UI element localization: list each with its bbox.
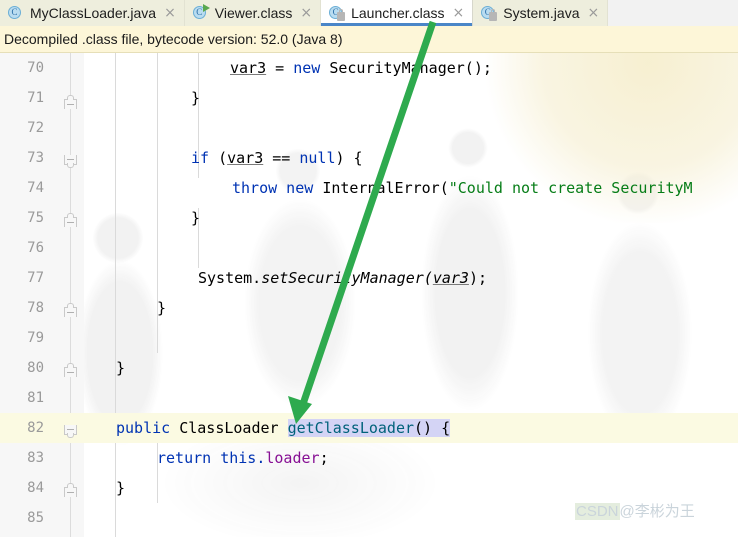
code-text: return this.loader;	[157, 443, 329, 473]
code-type-classloader: ClassLoader	[179, 419, 288, 437]
line-number: 81	[27, 390, 44, 406]
code-row[interactable]: 78 }	[0, 293, 738, 323]
fold-marker-73[interactable]	[63, 153, 78, 168]
code-text: public ClassLoader getClassLoader() {	[116, 413, 451, 443]
line-number: 84	[27, 480, 44, 496]
class-run-icon: C	[192, 4, 210, 21]
code-text: }	[191, 209, 201, 227]
line-number: 79	[27, 330, 44, 346]
close-icon[interactable]: ×	[164, 6, 176, 20]
code-method-getclassloader[interactable]: getClassLoader	[287, 419, 415, 437]
code-modifier: public	[116, 419, 180, 437]
tab-myclassloader-java[interactable]: C MyClassLoader.java ×	[0, 0, 185, 26]
line-number: 85	[27, 510, 44, 526]
code-row[interactable]: 86 public static URLClassPath getBootstr…	[0, 533, 738, 537]
close-icon[interactable]: ×	[453, 6, 465, 20]
fold-marker-78[interactable]	[63, 303, 78, 318]
code-row[interactable]: 79	[0, 323, 738, 353]
code-row[interactable]: 76	[0, 233, 738, 263]
decompiled-notice-bar: Decompiled .class file, bytecode version…	[0, 26, 738, 53]
line-number: 77	[27, 270, 44, 286]
code-row-caret[interactable]: 82 public ClassLoader getClassLoader() {	[0, 413, 738, 443]
code-row[interactable]: 80 }	[0, 353, 738, 383]
code-method-call: setSecurityManager(	[261, 269, 433, 287]
line-number: 76	[27, 240, 44, 256]
fold-marker-82[interactable]	[63, 423, 78, 438]
code-string: "Could not create SecurityM	[448, 179, 693, 197]
code-text: }	[157, 299, 167, 317]
code-text: throw new InternalError("Could not creat…	[232, 173, 693, 203]
code-row[interactable]: 77 System.setSecurityManager(var3);	[0, 263, 738, 293]
code-editor-area[interactable]: 70 var3 = new SecurityManager(); 71 } 72…	[0, 53, 738, 537]
line-number: 74	[27, 180, 44, 196]
line-number: 73	[27, 150, 44, 166]
code-tail: );	[468, 269, 487, 287]
class-decompiled-icon: C	[329, 5, 346, 21]
tab-viewer-class[interactable]: C Viewer.class ×	[184, 0, 322, 26]
line-number: 82	[27, 420, 44, 436]
code-row[interactable]: 81	[0, 383, 738, 413]
code-text: if (var3 == null) {	[191, 149, 363, 167]
code-row[interactable]: 70 var3 = new SecurityManager();	[0, 53, 738, 83]
code-text: System.setSecurityManager(var3);	[198, 263, 487, 293]
line-number: 80	[27, 360, 44, 376]
close-icon[interactable]: ×	[300, 6, 312, 20]
code-type-internalerror: InternalError(	[322, 179, 449, 197]
code-keyword-return: return	[157, 449, 221, 467]
code-row[interactable]: 73 if (var3 == null) {	[0, 143, 738, 173]
line-number: 86	[0, 533, 44, 537]
java-class-icon: C	[8, 5, 24, 21]
fold-marker-71[interactable]	[63, 95, 78, 110]
code-text: }	[116, 359, 126, 377]
tab-label: System.java	[503, 5, 580, 21]
code-text: }	[191, 89, 201, 107]
decompiled-notice-text: Decompiled .class file, bytecode version…	[4, 31, 343, 47]
fold-marker-75[interactable]	[63, 213, 78, 228]
line-number: 78	[27, 300, 44, 316]
code-field-loader: loader	[265, 449, 320, 467]
close-icon[interactable]: ×	[587, 6, 599, 20]
code-semicolon: ;	[319, 449, 329, 467]
code-keyword-this: this.	[220, 449, 266, 467]
tab-label: Launcher.class	[351, 5, 445, 21]
line-number: 75	[27, 210, 44, 226]
code-row[interactable]: 85	[0, 503, 738, 533]
code-row[interactable]: 72	[0, 113, 738, 143]
code-type-system: System.	[198, 269, 262, 287]
code-row[interactable]: 84 }	[0, 473, 738, 503]
tab-system-java[interactable]: C System.java ×	[473, 0, 609, 26]
code-text: public static URLClassPath getBootstrapC…	[116, 533, 685, 537]
tab-label: MyClassLoader.java	[30, 5, 157, 21]
fold-marker-84[interactable]	[63, 483, 78, 498]
line-number: 72	[27, 120, 44, 136]
line-number: 83	[27, 450, 44, 466]
line-number: 71	[27, 90, 44, 106]
line-number: 70	[27, 60, 44, 76]
class-decompiled-icon: C	[481, 5, 498, 21]
tab-bar-filler	[608, 0, 738, 26]
tab-label: Viewer.class	[214, 5, 293, 21]
code-var-arg: var3	[432, 269, 469, 287]
code-text: }	[116, 479, 126, 497]
code-lines: 70 var3 = new SecurityManager(); 71 } 72…	[0, 53, 738, 537]
code-row[interactable]: 75 }	[0, 203, 738, 233]
code-keyword-throw: throw new	[232, 179, 323, 197]
editor-tab-bar: C MyClassLoader.java × C Viewer.class × …	[0, 0, 738, 26]
ide-editor-window: C MyClassLoader.java × C Viewer.class × …	[0, 0, 738, 537]
code-row[interactable]: 83 return this.loader;	[0, 443, 738, 473]
tab-launcher-class[interactable]: C Launcher.class ×	[321, 0, 474, 26]
code-tail: () {	[414, 419, 451, 437]
code-row[interactable]: 71 }	[0, 83, 738, 113]
fold-marker-80[interactable]	[63, 363, 78, 378]
code-text: var3 = new SecurityManager();	[230, 59, 492, 77]
code-row[interactable]: 74 throw new InternalError("Could not cr…	[0, 173, 738, 203]
